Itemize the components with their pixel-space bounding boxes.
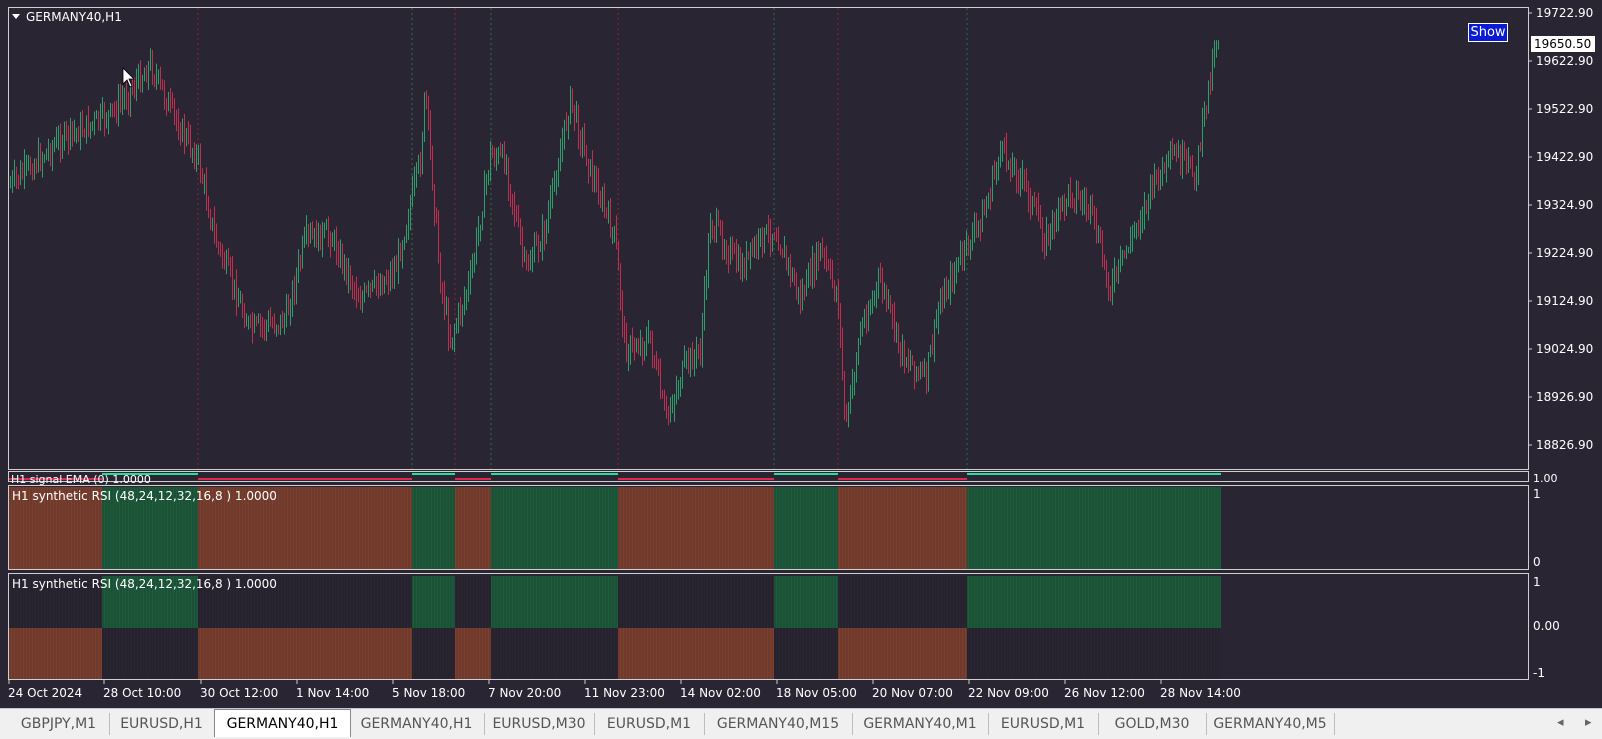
tab-10[interactable]: GERMANY40,M5 (1206, 713, 1335, 735)
price-tick-label: 19522.90 (1536, 102, 1593, 116)
tab-9[interactable]: GOLD,M30 (1098, 713, 1207, 735)
rsi2-segment (838, 628, 967, 679)
show-button[interactable]: Show (1468, 23, 1508, 42)
tab-8[interactable]: EURUSD,M1 (988, 713, 1099, 735)
price-tick-label: 18826.90 (1536, 438, 1593, 452)
tab-7[interactable]: GERMANY40,M1 (852, 713, 989, 735)
tab-scroll-left-icon[interactable]: ◂ (1557, 715, 1564, 730)
tab-scroll-right-icon[interactable]: ▸ (1585, 715, 1592, 730)
rsi2-tick-mid: 0.00 (1533, 619, 1560, 633)
price-tick-label: 19224.90 (1536, 246, 1593, 260)
chart-title: GERMANY40,H1 (26, 10, 122, 24)
time-tick-label: 26 Nov 12:00 (1064, 686, 1145, 700)
tab-3[interactable]: GERMANY40,H1 (349, 713, 485, 735)
tab-2[interactable]: GERMANY40,H1 (214, 709, 351, 737)
rsi1-tick-top: 1 (1533, 487, 1541, 501)
time-tick-label: 7 Nov 20:00 (488, 686, 561, 700)
price-tick-label: 19722.90 (1536, 6, 1593, 20)
price-tick-label: 19124.90 (1536, 294, 1593, 308)
collapse-triangle-icon[interactable] (12, 14, 20, 19)
tab-4[interactable]: EURUSD,M30 (484, 713, 595, 735)
time-tick-label: 20 Nov 07:00 (872, 686, 953, 700)
time-tick-label: 1 Nov 14:00 (296, 686, 369, 700)
rsi2-indicator-label: H1 synthetic RSI (48,24,12,32,16,8 ) 1.0… (12, 577, 277, 591)
rsi2-histogram (9, 576, 1221, 679)
ema-indicator-label: H1 signal EMA (0) 1.0000 (11, 473, 151, 486)
current-price-label: 19650.50 (1534, 37, 1591, 51)
time-tick-label: 30 Oct 12:00 (200, 686, 278, 700)
rsi1-segment (491, 487, 618, 569)
rsi2-segment (198, 628, 412, 679)
session-separators (197, 8, 968, 469)
price-axis: 19722.90 19622.90 19522.90 19422.90 19324.90… (1528, 6, 1593, 452)
rsi2-segment (491, 576, 618, 628)
rsi1-segment (838, 487, 967, 569)
time-tick-label: 24 Oct 2024 (8, 686, 82, 700)
price-tick-label: 19422.90 (1536, 150, 1593, 164)
price-tick-label: 19024.90 (1536, 342, 1593, 356)
time-tick-label: 5 Nov 18:00 (392, 686, 465, 700)
rsi2-tick-top: 1 (1533, 575, 1541, 589)
chart-window[interactable]: 19722.90 19622.90 19522.90 19422.90 19324.90… (0, 0, 1602, 708)
rsi1-indicator-label: H1 synthetic RSI (48,24,12,32,16,8 ) 1.0… (12, 489, 277, 503)
price-tick-label: 19622.90 (1536, 54, 1593, 68)
price-tick-label: 18926.90 (1536, 390, 1593, 404)
time-tick-label: 14 Nov 02:00 (680, 686, 761, 700)
time-tick-label: 22 Nov 09:00 (968, 686, 1049, 700)
price-candles (10, 40, 1219, 428)
ema-signal-line (9, 473, 1221, 480)
chart-canvas[interactable]: 19722.90 19622.90 19522.90 19422.90 19324.90… (0, 0, 1602, 708)
time-axis: 24 Oct 2024 28 Oct 10:00 30 Oct 12:00 1 Nov… (8, 680, 1241, 700)
tab-5[interactable]: EURUSD,M1 (594, 713, 705, 735)
rsi1-tick-bottom: 0 (1533, 555, 1541, 569)
time-tick-label: 28 Nov 14:00 (1160, 686, 1241, 700)
ema-scale-label: 1.00 (1533, 472, 1558, 485)
chart-tab-bar: GBPJPY,M1 EURUSD,H1 GERMANY40,H1 GERMANY40,… (0, 708, 1602, 739)
tab-1[interactable]: EURUSD,H1 (109, 713, 215, 735)
time-tick-label: 18 Nov 05:00 (776, 686, 857, 700)
rsi2-tick-bottom: -1 (1533, 666, 1545, 680)
price-tick-label: 19324.90 (1536, 198, 1593, 212)
time-tick-label: 28 Oct 10:00 (103, 686, 181, 700)
time-tick-label: 11 Nov 23:00 (584, 686, 665, 700)
tab-6[interactable]: GERMANY40,M15 (704, 713, 853, 735)
tab-0[interactable]: GBPJPY,M1 (8, 713, 110, 735)
